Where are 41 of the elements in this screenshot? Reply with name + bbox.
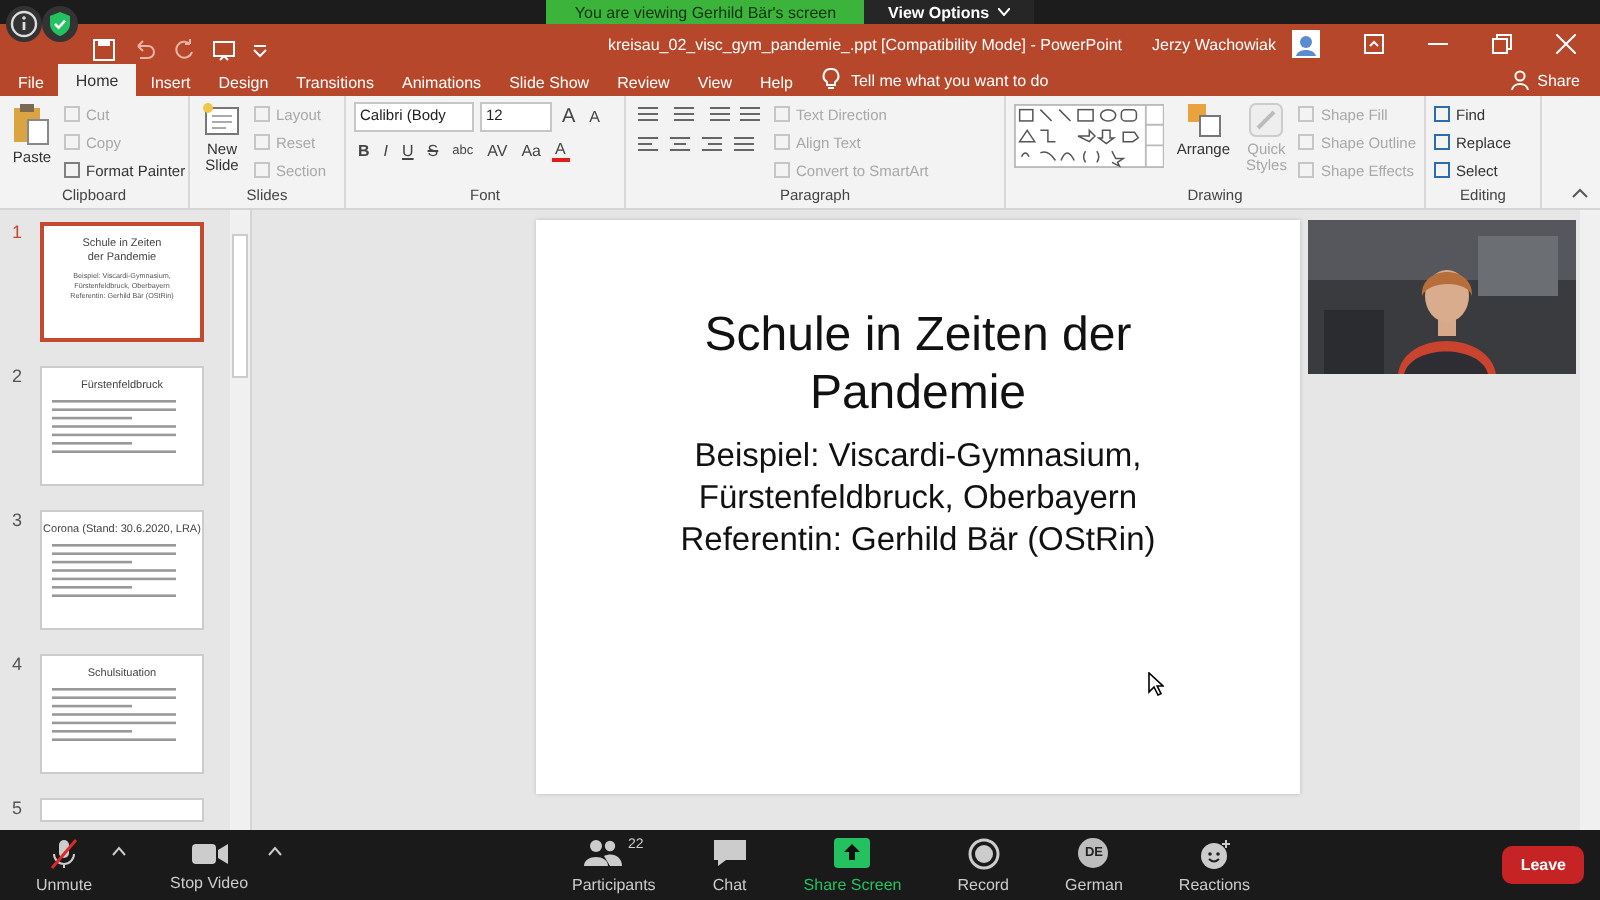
slide-text: Referentin: Gerhild Bär (OStRin): [680, 520, 1156, 563]
format-button[interactable]: I: [379, 142, 393, 160]
format-button[interactable]: U: [398, 142, 418, 160]
ribbon-tab[interactable]: Insert: [136, 68, 205, 96]
format-button[interactable]: B: [354, 142, 374, 160]
ribbon-tab[interactable]: Help: [746, 68, 807, 96]
ribbon-tab[interactable]: Home: [57, 64, 137, 96]
tell-me-search[interactable]: Tell me what you want to do: [850, 72, 1049, 96]
font-size-button[interactable]: A: [585, 108, 605, 126]
meeting-button[interactable]: Chat: [699, 837, 760, 893]
meeting-button[interactable]: Unmute: [24, 837, 105, 893]
ribbon-tab[interactable]: Review: [603, 68, 684, 96]
window-title: kreisau_02_visc_gym_pandemie_.ppt [Compatibility Mode] - PowerPoint: [608, 35, 1123, 53]
ribbon-tab[interactable]: File: [4, 68, 58, 96]
meeting-button[interactable]: Reactions: [1166, 837, 1262, 893]
slide-text: Fürstenfeldbruck, Oberbayern: [698, 478, 1138, 521]
ribbon-tab[interactable]: View: [683, 68, 747, 96]
font-size-button[interactable]: A: [558, 106, 580, 128]
format-button[interactable]: A: [551, 140, 570, 162]
meeting-button[interactable]: Stop Video: [158, 839, 261, 891]
slide-title: Schule in Zeiten der Pandemie: [704, 308, 1132, 424]
format-button[interactable]: Aa: [517, 142, 545, 160]
meeting-button[interactable]: Record: [945, 837, 1022, 893]
ribbon-tab[interactable]: Transitions: [282, 68, 388, 96]
leave-button[interactable]: Leave: [1502, 846, 1584, 884]
share-button[interactable]: Share: [1529, 72, 1600, 96]
ribbon-tab[interactable]: Slide Show: [495, 68, 604, 96]
ribbon-tab[interactable]: Animations: [387, 68, 496, 96]
view-options-button[interactable]: View Options: [864, 0, 1034, 24]
user-name[interactable]: Jerzy Wachowiak: [1152, 35, 1276, 53]
slide-number: 5: [12, 798, 25, 818]
slide-text: Beispiel: Viscardi-Gymnasium,: [694, 435, 1142, 478]
ribbon-tab[interactable]: Design: [204, 68, 283, 96]
slide-number: 2: [12, 366, 25, 386]
format-button[interactable]: S: [423, 142, 443, 160]
slide-number: 3: [12, 510, 25, 530]
screen-share-banner: You are viewing Gerhild Bär's screen: [546, 0, 865, 24]
slide-number: 1: [12, 222, 25, 242]
format-button[interactable]: AV: [483, 142, 512, 160]
meeting-button[interactable]: Share Screen: [791, 837, 914, 893]
slide-number: 4: [12, 654, 25, 674]
